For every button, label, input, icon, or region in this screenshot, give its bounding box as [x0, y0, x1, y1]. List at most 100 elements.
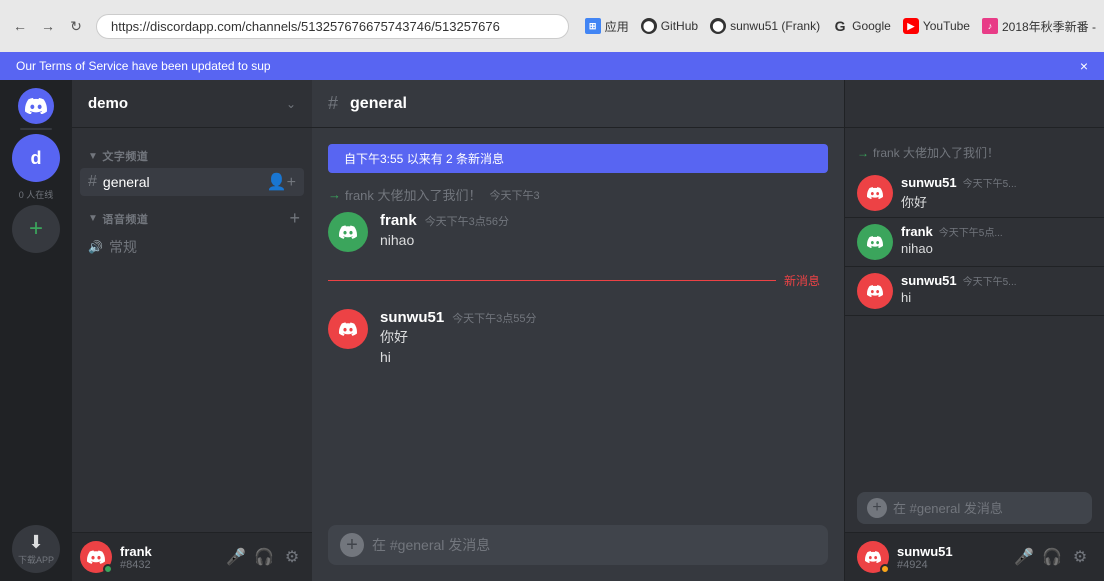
- right-input-area: +: [845, 484, 1104, 532]
- channel-item-general[interactable]: # general 👤+: [80, 168, 304, 196]
- chat-input-box: +: [328, 525, 828, 565]
- right-frank-header: frank 今天下午5点...: [901, 224, 1092, 239]
- server-name: demo: [88, 95, 128, 112]
- right-chat-input[interactable]: [893, 501, 1082, 516]
- bookmark-github-org[interactable]: ⬤ GitHub: [641, 18, 698, 34]
- hash-icon: #: [88, 173, 97, 191]
- right-message-sunwu51-1: sunwu51 今天下午5... 你好: [845, 169, 1104, 218]
- chat-channel-name: general: [350, 95, 407, 113]
- apps-icon: ⊞: [585, 18, 601, 34]
- channel-add-user-button[interactable]: 👤+: [267, 172, 296, 192]
- add-server-button[interactable]: +: [12, 205, 60, 253]
- right-frank-text: nihao: [901, 241, 1092, 256]
- bookmark-apps[interactable]: ⊞ 应用: [585, 18, 629, 35]
- right-sunwu51-header-1: sunwu51 今天下午5...: [901, 175, 1092, 190]
- voice-category-arrow-icon: ▼: [88, 213, 98, 224]
- app-body: d 0 人在线 + ⬇ 下载APP demo ⌄ ▼ 文字频道 # genera…: [0, 80, 1104, 581]
- category-arrow-icon: ▼: [88, 151, 98, 162]
- right-attach-button[interactable]: +: [867, 498, 887, 518]
- right-user-bar: sunwu51 #4924 🎤 🎧 ⚙: [845, 532, 1104, 581]
- bookmark-google[interactable]: G Google: [832, 18, 891, 34]
- right-deafen-button[interactable]: 🎧: [1040, 545, 1064, 569]
- server-icon-d[interactable]: d: [12, 134, 60, 182]
- forward-button[interactable]: →: [36, 14, 60, 38]
- notification-bar: Our Terms of Service have been updated t…: [0, 52, 1104, 80]
- right-sunwu51-header-2: sunwu51 今天下午5...: [901, 273, 1092, 288]
- system-message-text: frank 大佬加入了我们！: [345, 185, 482, 204]
- right-sunwu51-content-1: sunwu51 今天下午5... 你好: [901, 175, 1092, 211]
- right-user-avatar: [857, 541, 889, 573]
- right-panel: → frank 大佬加入了我们！ sunwu51 今天下午5... 你好: [844, 80, 1104, 581]
- voice-category[interactable]: ▼ 语音频道 +: [80, 204, 304, 233]
- download-icon: ⬇: [28, 532, 43, 553]
- sunwu51-message-text-1: 你好: [380, 328, 828, 348]
- right-messages: → frank 大佬加入了我们！ sunwu51 今天下午5... 你好: [845, 128, 1104, 484]
- right-mute-button[interactable]: 🎤: [1012, 545, 1036, 569]
- right-frank-avatar: [857, 224, 893, 260]
- chat-input-area: +: [312, 525, 844, 581]
- right-sunwu51-content-2: sunwu51 今天下午5... hi: [901, 273, 1092, 309]
- sunwu51-username: sunwu51: [380, 309, 444, 326]
- address-bar[interactable]: https://discordapp.com/channels/51325767…: [96, 14, 569, 39]
- github-org-icon: ⬤: [641, 18, 657, 34]
- right-input-box: +: [857, 492, 1092, 524]
- right-frank-ts: 今天下午5点...: [939, 224, 1003, 239]
- username-display: frank: [120, 544, 216, 559]
- notification-close-button[interactable]: ×: [1080, 58, 1088, 74]
- mute-button[interactable]: 🎤: [224, 545, 248, 569]
- attach-button[interactable]: +: [340, 533, 364, 557]
- new-message-divider: 新消息: [312, 264, 844, 297]
- github-user-icon: ⬤: [710, 18, 726, 34]
- sunwu51-timestamp: 今天下午3点55分: [452, 310, 536, 326]
- right-user-controls: 🎤 🎧 ⚙: [1012, 545, 1092, 569]
- right-settings-button[interactable]: ⚙: [1068, 545, 1092, 569]
- frank-message-header: frank 今天下午3点56分: [380, 212, 828, 229]
- user-tag-display: #8432: [120, 559, 216, 571]
- user-controls: 🎤 🎧 ⚙: [224, 545, 304, 569]
- settings-button[interactable]: ⚙: [280, 545, 304, 569]
- message-frank: frank 今天下午3点56分 nihao: [312, 208, 844, 256]
- add-voice-channel-button[interactable]: +: [289, 208, 300, 229]
- right-sunwu51-text-1: 你好: [901, 192, 1092, 211]
- bookmark-youtube[interactable]: ▶ YouTube: [903, 18, 970, 34]
- right-join-arrow-icon: →: [857, 146, 869, 160]
- back-button[interactable]: ←: [8, 14, 32, 38]
- chat-main: # general 自下午3:55 以来有 2 条新消息 → frank 大佬加…: [312, 80, 844, 581]
- new-messages-bar[interactable]: 自下午3:55 以来有 2 条新消息: [328, 144, 828, 173]
- right-message-sunwu51-2: sunwu51 今天下午5... hi: [845, 267, 1104, 316]
- chat-input[interactable]: [372, 537, 816, 553]
- sunwu51-message-content: sunwu51 今天下午3点55分 你好 hi: [380, 309, 828, 367]
- deafen-button[interactable]: 🎧: [252, 545, 276, 569]
- right-system-text: frank 大佬加入了我们！: [873, 144, 999, 161]
- chevron-down-icon: ⌄: [286, 97, 296, 111]
- channel-sidebar: demo ⌄ ▼ 文字频道 # general 👤+ ▼ 语音频道 +: [72, 80, 312, 581]
- chat-messages: 自下午3:55 以来有 2 条新消息 → frank 大佬加入了我们！ 今天下午…: [312, 128, 844, 525]
- text-category[interactable]: ▼ 文字频道: [80, 144, 304, 168]
- bookmark-2018[interactable]: ♪ 2018年秋季新番 -: [982, 18, 1096, 35]
- frank-message-content: frank 今天下午3点56分 nihao: [380, 212, 828, 252]
- system-message-timestamp: 今天下午3: [490, 187, 540, 203]
- right-system-message: → frank 大佬加入了我们！: [845, 136, 1104, 169]
- voice-channel-normal[interactable]: 🔊 常规: [80, 233, 304, 261]
- right-user-info: sunwu51 #4924: [897, 544, 1004, 571]
- sunwu51-avatar: [328, 309, 368, 349]
- divider-line: [328, 280, 776, 281]
- download-app-button[interactable]: ⬇ 下载APP: [12, 525, 60, 573]
- youtube-icon: ▶: [903, 18, 919, 34]
- user-bar: frank #8432 🎤 🎧 ⚙: [72, 532, 312, 581]
- browser-bar: ← → ↻ https://discordapp.com/channels/51…: [0, 0, 1104, 52]
- right-sunwu51-text-2: hi: [901, 290, 1092, 305]
- right-sunwu51-ts-1: 今天下午5...: [963, 175, 1017, 190]
- right-panel-header: [845, 80, 1104, 128]
- right-message-frank: frank 今天下午5点... nihao: [845, 218, 1104, 267]
- bookmark-github-user[interactable]: ⬤ sunwu51 (Frank): [710, 18, 820, 34]
- bookmarks-bar: ⊞ 应用 ⬤ GitHub ⬤ sunwu51 (Frank) G Google…: [585, 18, 1096, 35]
- online-status-dot: [103, 564, 113, 574]
- reload-button[interactable]: ↻: [64, 14, 88, 38]
- frank-timestamp: 今天下午3点56分: [425, 213, 509, 229]
- channel-section: ▼ 文字频道 # general 👤+ ▼ 语音频道 + 🔊 常规: [72, 128, 312, 265]
- message-sunwu51: sunwu51 今天下午3点55分 你好 hi: [312, 305, 844, 371]
- server-name-bar[interactable]: demo ⌄: [72, 80, 312, 128]
- discord-logo[interactable]: [18, 88, 54, 124]
- right-username-display: sunwu51: [897, 544, 1004, 559]
